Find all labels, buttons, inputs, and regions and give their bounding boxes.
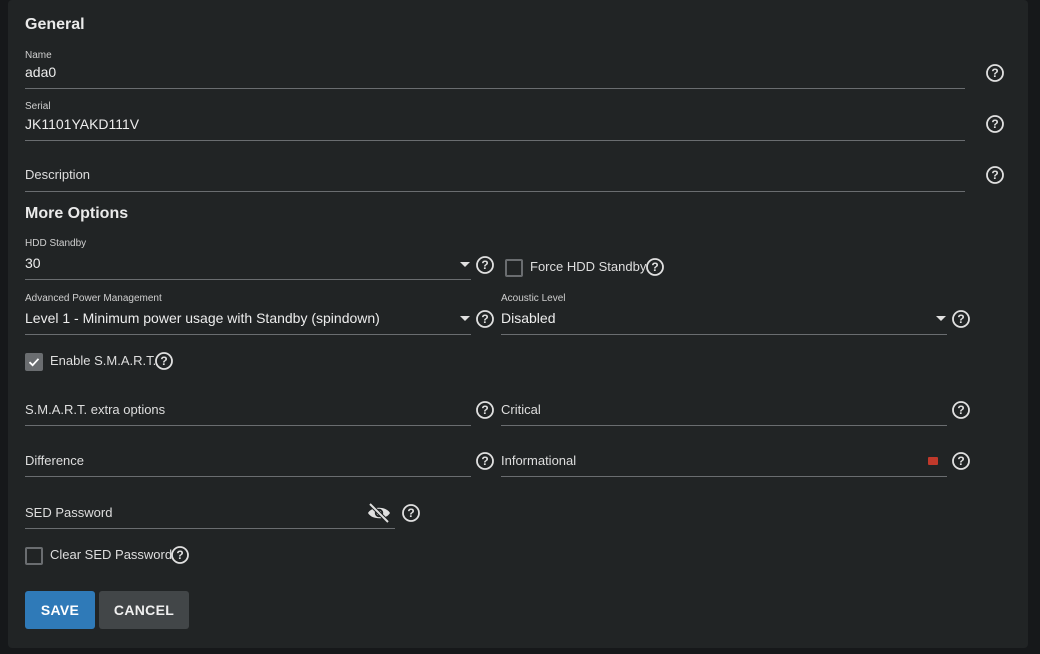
- svg-text:?: ?: [176, 548, 183, 562]
- svg-text:?: ?: [481, 258, 488, 272]
- hdd-standby-label: HDD Standby: [25, 238, 87, 249]
- svg-text:?: ?: [991, 117, 998, 131]
- name-field[interactable]: ada0: [25, 64, 965, 86]
- name-label: Name: [25, 50, 52, 61]
- enable-smart-label: Enable S.M.A.R.T.: [50, 353, 157, 368]
- help-icon[interactable]: ?: [951, 400, 971, 420]
- general-heading: General: [25, 16, 85, 33]
- cancel-button[interactable]: CANCEL: [99, 591, 189, 629]
- check-icon: [28, 358, 40, 367]
- help-icon[interactable]: ?: [401, 503, 421, 523]
- help-icon[interactable]: ?: [475, 255, 495, 275]
- help-icon[interactable]: ?: [475, 451, 495, 471]
- svg-text:?: ?: [407, 506, 414, 520]
- acoustic-level-underline: [501, 334, 947, 335]
- sed-password-underline: [25, 528, 395, 529]
- svg-text:?: ?: [957, 312, 964, 326]
- disk-edit-form: General Name ada0 ? Serial JK1101YAKD111…: [8, 0, 1028, 648]
- hdd-standby-underline: [25, 279, 471, 280]
- force-hdd-standby-label: Force HDD Standby: [530, 259, 647, 274]
- help-icon[interactable]: ?: [951, 451, 971, 471]
- critical-input[interactable]: Critical: [501, 402, 947, 424]
- informational-input[interactable]: Informational: [501, 453, 947, 475]
- svg-text:?: ?: [991, 66, 998, 80]
- description-field[interactable]: Description: [25, 167, 965, 189]
- caret-down-icon[interactable]: [460, 316, 470, 321]
- number-stepper-icon[interactable]: [928, 457, 938, 465]
- acoustic-level-select[interactable]: Disabled: [501, 310, 947, 332]
- smart-extra-underline: [25, 425, 471, 426]
- difference-underline: [25, 476, 471, 477]
- hdd-standby-select[interactable]: 30: [25, 255, 471, 277]
- svg-text:?: ?: [481, 312, 488, 326]
- description-underline: [25, 191, 965, 192]
- serial-field[interactable]: JK1101YAKD111V: [25, 116, 965, 138]
- svg-text:?: ?: [160, 354, 167, 368]
- apm-select[interactable]: Level 1 - Minimum power usage with Stand…: [25, 310, 471, 332]
- caret-down-icon[interactable]: [936, 316, 946, 321]
- clear-sed-password-checkbox[interactable]: [25, 547, 43, 565]
- help-icon[interactable]: ?: [985, 165, 1005, 185]
- help-icon[interactable]: ?: [951, 309, 971, 329]
- name-underline: [25, 88, 965, 89]
- caret-down-icon[interactable]: [460, 262, 470, 267]
- smart-extra-options-input[interactable]: S.M.A.R.T. extra options: [25, 402, 471, 424]
- serial-label: Serial: [25, 101, 51, 112]
- sed-password-input[interactable]: SED Password: [25, 505, 365, 527]
- more-options-heading: More Options: [25, 205, 129, 222]
- force-hdd-standby-checkbox[interactable]: [505, 259, 523, 277]
- help-icon[interactable]: ?: [475, 400, 495, 420]
- svg-text:?: ?: [957, 403, 964, 417]
- critical-underline: [501, 425, 947, 426]
- apm-label: Advanced Power Management: [25, 293, 162, 304]
- svg-text:?: ?: [651, 260, 658, 274]
- help-icon[interactable]: ?: [985, 63, 1005, 83]
- difference-input[interactable]: Difference: [25, 453, 471, 475]
- serial-underline: [25, 140, 965, 141]
- clear-sed-password-label: Clear SED Password: [50, 547, 173, 562]
- help-icon[interactable]: ?: [154, 351, 174, 371]
- eye-off-icon[interactable]: [366, 501, 392, 525]
- svg-text:?: ?: [481, 403, 488, 417]
- help-icon[interactable]: ?: [645, 257, 665, 277]
- save-button[interactable]: SAVE: [25, 591, 95, 629]
- svg-text:?: ?: [991, 168, 998, 182]
- help-icon[interactable]: ?: [170, 545, 190, 565]
- apm-underline: [25, 334, 471, 335]
- enable-smart-checkbox[interactable]: [25, 353, 43, 371]
- svg-text:?: ?: [481, 454, 488, 468]
- svg-text:?: ?: [957, 454, 964, 468]
- help-icon[interactable]: ?: [985, 114, 1005, 134]
- help-icon[interactable]: ?: [475, 309, 495, 329]
- informational-underline: [501, 476, 947, 477]
- acoustic-level-label: Acoustic Level: [501, 293, 566, 304]
